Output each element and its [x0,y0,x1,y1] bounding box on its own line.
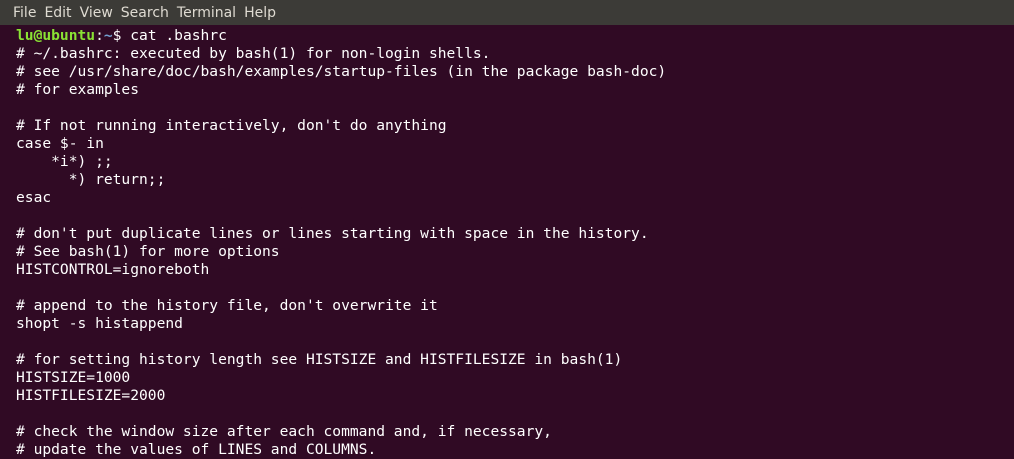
prompt-user-host: lu@ubuntu [16,27,96,44]
menu-search[interactable]: Search [121,5,169,21]
output-line: HISTFILESIZE=2000 [16,387,166,404]
output-line: # see /usr/share/doc/bash/examples/start… [16,63,667,80]
terminal-area[interactable]: lu@ubuntu:~$ cat .bashrc # ~/.bashrc: ex… [0,25,1014,459]
menu-help[interactable]: Help [244,5,276,21]
output-line: # check the window size after each comma… [16,423,552,440]
output-line: # for examples [16,81,140,98]
output-line: HISTCONTROL=ignoreboth [16,261,210,278]
menu-view[interactable]: View [80,5,113,21]
output-line: case $- in [16,135,104,152]
menu-terminal[interactable]: Terminal [177,5,236,21]
output-line: HISTSIZE=1000 [16,369,131,386]
output-line: # update the values of LINES and COLUMNS… [16,441,377,458]
prompt-symbol: $ [112,27,131,44]
prompt-colon: : [95,27,104,44]
output-line: *) return;; [16,171,166,188]
menu-edit[interactable]: Edit [44,5,71,21]
output-line: # See bash(1) for more options [16,243,280,260]
terminal-output: # ~/.bashrc: executed by bash(1) for non… [16,45,1014,459]
prompt-command: cat .bashrc [130,27,227,44]
output-line: # ~/.bashrc: executed by bash(1) for non… [16,45,491,62]
output-line: # for setting history length see HISTSIZ… [16,351,623,368]
output-line: # append to the history file, don't over… [16,297,438,314]
output-line: # don't put duplicate lines or lines sta… [16,225,649,242]
output-line: # If not running interactively, don't do… [16,117,447,134]
menu-file[interactable]: File [13,5,36,21]
prompt-line: lu@ubuntu:~$ cat .bashrc [16,27,1014,45]
output-line: esac [16,189,52,206]
output-line: shopt -s histappend [16,315,183,332]
output-line: *i*) ;; [16,153,113,170]
prompt-path: ~ [103,27,113,44]
menu-bar: File Edit View Search Terminal Help [0,0,1014,25]
